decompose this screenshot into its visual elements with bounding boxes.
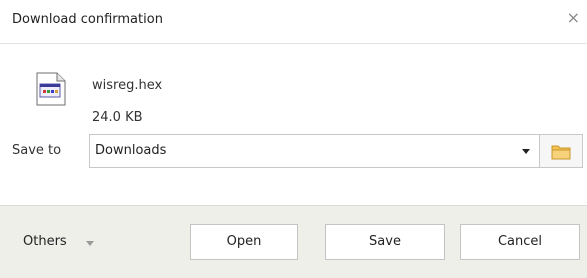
browse-folder-button[interactable] <box>539 134 583 168</box>
dialog-footer: Others Open Save Cancel <box>0 205 587 278</box>
others-menu[interactable]: Others <box>23 234 67 249</box>
save-location-value: Downloads <box>95 143 167 158</box>
save-location-select[interactable]: Downloads <box>89 134 540 168</box>
file-name: wisreg.hex <box>92 78 163 93</box>
save-button[interactable]: Save <box>325 224 445 260</box>
chevron-down-icon <box>522 149 530 154</box>
save-to-label: Save to <box>12 143 62 158</box>
folder-icon <box>551 145 571 160</box>
cancel-button[interactable]: Cancel <box>460 224 580 260</box>
close-icon[interactable]: × <box>567 10 580 26</box>
hex-file-icon <box>36 72 66 106</box>
file-size: 24.0 KB <box>92 110 143 125</box>
others-chevron-down-icon[interactable] <box>86 241 94 246</box>
download-confirmation-dialog: Download confirmation × wisreg.hex 24.0 … <box>0 0 587 278</box>
dialog-title: Download confirmation <box>12 12 163 27</box>
open-button[interactable]: Open <box>190 224 298 260</box>
title-bar: Download confirmation × <box>0 0 587 44</box>
